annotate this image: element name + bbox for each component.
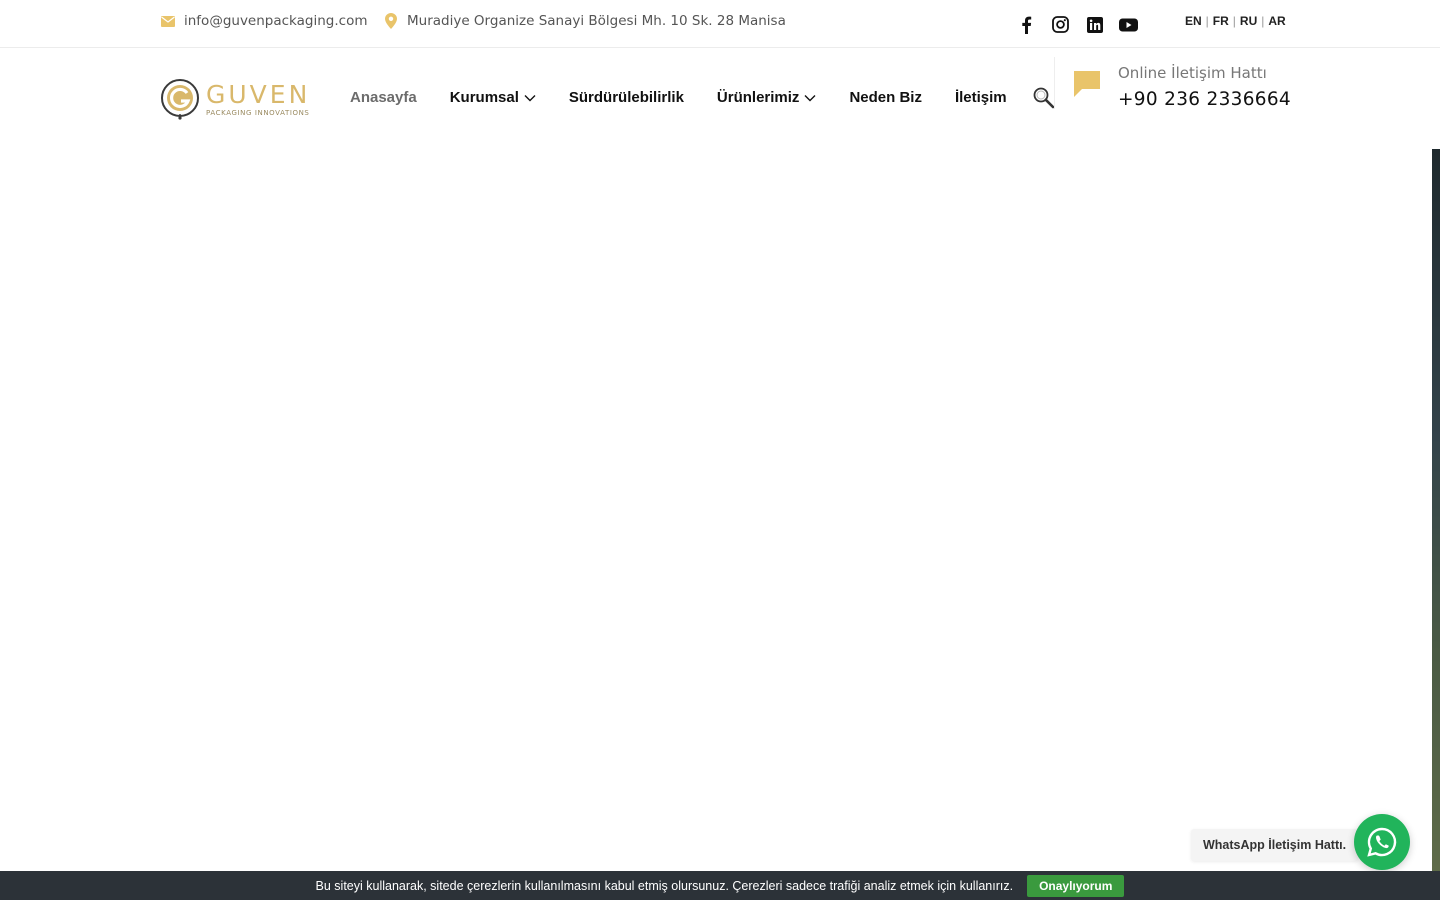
chevron-down-icon [804,94,816,102]
facebook-icon[interactable] [1017,15,1036,34]
chat-bubble-icon [1072,69,1102,99]
nav-urunlerimiz[interactable]: Ürünlerimiz [717,89,817,106]
youtube-icon[interactable] [1119,15,1138,34]
lang-en[interactable]: EN [1185,14,1202,28]
whatsapp-button[interactable] [1354,814,1410,870]
address: Muradiye Organize Sanayi Bölgesi Mh. 10 … [383,13,786,29]
hotline-phone[interactable]: +90 236 2336664 [1118,89,1291,110]
chevron-down-icon [524,94,536,102]
nav-anasayfa[interactable]: Anasayfa [350,89,417,106]
address-text: Muradiye Organize Sanayi Bölgesi Mh. 10 … [407,13,786,29]
nav-neden-biz[interactable]: Neden Biz [849,89,922,106]
topbar: info@guvenpackaging.com Muradiye Organiz… [0,0,1440,48]
logo-tagline: PACKAGING INNOVATIONS [206,108,310,117]
header-divider [1054,57,1055,109]
logo-word: GUVEN [206,79,311,109]
cookie-accept-button[interactable]: Onaylıyorum [1027,874,1125,897]
main-header: GUVEN PACKAGING INNOVATIONS Anasayfa Kur… [0,49,1440,149]
email-link[interactable]: info@guvenpackaging.com [160,13,367,29]
logo[interactable]: GUVEN PACKAGING INNOVATIONS [160,76,320,122]
nav-iletisim[interactable]: İletişim [955,89,1007,106]
envelope-icon [160,13,176,29]
whatsapp-icon [1367,827,1397,857]
social-links [1017,15,1138,34]
linkedin-icon[interactable] [1085,15,1104,34]
map-pin-icon [383,13,399,29]
language-switcher: EN | FR | RU | AR [1185,14,1286,28]
lang-ar[interactable]: AR [1268,14,1285,28]
cookie-banner: Bu siteyi kullanarak, sitede çerezlerin … [0,871,1440,900]
logo-mark-icon [161,79,199,120]
lang-ru[interactable]: RU [1240,14,1257,28]
cookie-text: Bu siteyi kullanarak, sitede çerezlerin … [315,878,1014,893]
search-icon[interactable] [1032,86,1056,110]
email-text: info@guvenpackaging.com [184,13,368,29]
main-nav: Anasayfa Kurumsal Sürdürülebilirlik Ürün… [350,89,1040,106]
instagram-icon[interactable] [1051,15,1070,34]
lang-fr[interactable]: FR [1213,14,1229,28]
nav-kurumsal[interactable]: Kurumsal [450,89,536,106]
whatsapp-label[interactable]: WhatsApp İletişim Hattı. [1191,829,1359,861]
nav-surdurulebilirlik[interactable]: Sürdürülebilirlik [569,89,684,106]
hero-slider-edge [1432,149,1440,871]
hotline-label: Online İletişim Hattı [1118,64,1267,82]
